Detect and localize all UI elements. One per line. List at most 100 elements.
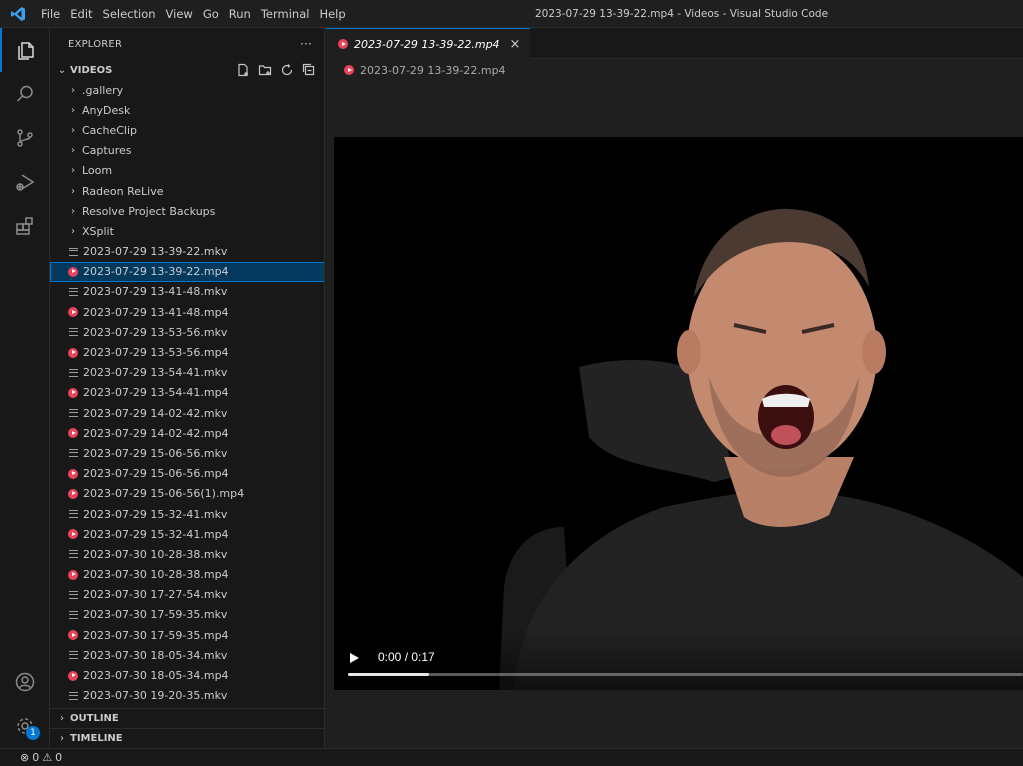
menu-terminal[interactable]: Terminal bbox=[256, 3, 315, 25]
file-item[interactable]: 2023-07-30 10-28-38.mp4 bbox=[50, 565, 324, 585]
title-bar: File Edit Selection View Go Run Terminal Help 2… bbox=[0, 0, 1023, 28]
file-label: 2023-07-30 10-28-38.mp4 bbox=[83, 568, 229, 582]
run-debug-icon[interactable] bbox=[0, 160, 50, 204]
explorer-title: EXPLORER bbox=[68, 38, 123, 50]
explorer-icon[interactable] bbox=[0, 28, 50, 72]
file-item[interactable]: 2023-07-29 15-32-41.mp4 bbox=[50, 524, 324, 544]
text-file-icon bbox=[68, 550, 78, 559]
search-icon[interactable] bbox=[0, 72, 50, 116]
folder-item[interactable]: › AnyDesk bbox=[50, 100, 324, 120]
new-file-icon[interactable] bbox=[236, 63, 250, 77]
file-label: 2023-07-29 13-53-56.mp4 bbox=[83, 346, 229, 360]
window-title: 2023-07-29 13-39-22.mp4 - Videos - Visua… bbox=[534, 8, 829, 20]
text-file-icon bbox=[68, 247, 78, 256]
section-actions bbox=[236, 63, 324, 77]
file-item[interactable]: 2023-07-30 10-28-38.mkv bbox=[50, 544, 324, 564]
file-label: 2023-07-29 15-32-41.mp4 bbox=[83, 527, 229, 541]
file-item[interactable]: 2023-07-29 14-02-42.mkv bbox=[50, 403, 324, 423]
text-file-icon bbox=[68, 691, 78, 700]
file-label: 2023-07-29 13-54-41.mp4 bbox=[83, 386, 229, 400]
folder-item[interactable]: › Captures bbox=[50, 141, 324, 161]
folder-item[interactable]: › Loom bbox=[50, 161, 324, 181]
account-icon[interactable] bbox=[0, 660, 50, 704]
file-item[interactable]: 2023-07-29 15-06-56.mp4 bbox=[50, 464, 324, 484]
settings-gear-icon[interactable]: 1 bbox=[0, 704, 50, 748]
file-item[interactable]: 2023-07-29 13-53-56.mkv bbox=[50, 322, 324, 342]
editor-tabs: 2023-07-29 13-39-22.mp4 × bbox=[326, 28, 1023, 59]
file-item[interactable]: 2023-07-29 13-41-48.mp4 bbox=[50, 302, 324, 322]
folder-item[interactable]: › XSplit bbox=[50, 221, 324, 241]
text-file-icon bbox=[68, 368, 78, 377]
file-label: 2023-07-29 13-41-48.mp4 bbox=[83, 305, 229, 319]
folder-item[interactable]: › CacheClip bbox=[50, 120, 324, 140]
file-item[interactable]: 2023-07-29 15-06-56.mkv bbox=[50, 443, 324, 463]
menu-edit[interactable]: Edit bbox=[65, 3, 97, 25]
file-item[interactable]: 2023-07-29 13-53-56.mp4 bbox=[50, 342, 324, 362]
menu-run[interactable]: Run bbox=[224, 3, 256, 25]
file-label: 2023-07-29 14-02-42.mkv bbox=[83, 406, 228, 420]
menu-file[interactable]: File bbox=[36, 3, 65, 25]
file-item[interactable]: 2023-07-29 14-02-42.mp4 bbox=[50, 423, 324, 443]
chevron-right-icon: › bbox=[71, 185, 75, 197]
more-actions-icon[interactable]: ··· bbox=[300, 37, 312, 51]
folder-label: CacheClip bbox=[82, 123, 137, 137]
video-file-icon bbox=[68, 670, 78, 681]
video-file-icon bbox=[68, 387, 78, 398]
file-label: 2023-07-30 17-59-35.mkv bbox=[83, 608, 228, 622]
text-file-icon bbox=[68, 449, 78, 458]
file-item[interactable]: 2023-07-30 17-59-35.mp4 bbox=[50, 625, 324, 645]
source-control-icon[interactable] bbox=[0, 116, 50, 160]
chevron-right-icon: › bbox=[71, 124, 75, 136]
new-folder-icon[interactable] bbox=[258, 63, 272, 77]
outline-section-header[interactable]: › OUTLINE bbox=[50, 708, 324, 728]
video-file-icon bbox=[68, 630, 78, 641]
timeline-section-header[interactable]: › TIMELINE bbox=[50, 728, 324, 748]
file-item[interactable]: 2023-07-29 13-39-22.mkv bbox=[50, 242, 324, 262]
breadcrumb: 2023-07-29 13-39-22.mp4 bbox=[326, 59, 1023, 81]
chevron-right-icon: › bbox=[71, 225, 75, 237]
explorer-header: EXPLORER ··· bbox=[50, 28, 324, 60]
breadcrumb-item[interactable]: 2023-07-29 13-39-22.mp4 bbox=[360, 64, 506, 77]
video-progress-bar[interactable] bbox=[348, 673, 1023, 676]
menu-selection[interactable]: Selection bbox=[98, 3, 161, 25]
folder-label: Radeon ReLive bbox=[82, 184, 164, 198]
file-item[interactable]: 2023-07-30 19-20-35.mkv bbox=[50, 686, 324, 706]
error-count[interactable]: 0 bbox=[32, 751, 39, 764]
file-item[interactable]: 2023-07-30 18-05-34.mkv bbox=[50, 645, 324, 665]
videos-section-label: VIDEOS bbox=[70, 64, 113, 76]
collapse-all-icon[interactable] bbox=[302, 63, 316, 77]
close-tab-icon[interactable]: × bbox=[510, 37, 521, 52]
extensions-icon[interactable] bbox=[0, 204, 50, 248]
video-progress-fill bbox=[348, 673, 429, 676]
folder-item[interactable]: › Radeon ReLive bbox=[50, 181, 324, 201]
folder-item[interactable]: › Resolve Project Backups bbox=[50, 201, 324, 221]
file-label: 2023-07-30 18-05-34.mp4 bbox=[83, 669, 229, 683]
file-item[interactable]: 2023-07-29 15-32-41.mkv bbox=[50, 504, 324, 524]
play-icon[interactable] bbox=[350, 650, 364, 666]
file-label: 2023-07-29 13-53-56.mkv bbox=[83, 325, 228, 339]
file-item-selected[interactable]: 2023-07-29 13-39-22.mp4 bbox=[50, 261, 324, 282]
menu-help[interactable]: Help bbox=[314, 3, 350, 25]
file-item[interactable]: 2023-07-30 17-27-54.mkv bbox=[50, 585, 324, 605]
file-item[interactable]: 2023-07-29 13-54-41.mp4 bbox=[50, 383, 324, 403]
text-file-icon bbox=[68, 287, 78, 296]
refresh-icon[interactable] bbox=[280, 63, 294, 77]
videos-section-header[interactable]: ⌄ VIDEOS bbox=[50, 60, 324, 80]
folder-item[interactable]: › .gallery bbox=[50, 80, 324, 100]
warning-count[interactable]: 0 bbox=[55, 751, 62, 764]
file-label: 2023-07-30 17-27-54.mkv bbox=[83, 588, 228, 602]
file-item[interactable]: 2023-07-30 18-05-34.mp4 bbox=[50, 665, 324, 685]
file-item[interactable]: 2023-07-29 13-54-41.mkv bbox=[50, 363, 324, 383]
menu-go[interactable]: Go bbox=[198, 3, 224, 25]
menu-view[interactable]: View bbox=[161, 3, 198, 25]
editor-tab-active[interactable]: 2023-07-29 13-39-22.mp4 × bbox=[326, 28, 531, 59]
file-label: 2023-07-29 15-32-41.mkv bbox=[83, 507, 228, 521]
chevron-right-icon: › bbox=[71, 165, 75, 177]
video-file-icon bbox=[68, 266, 78, 277]
file-item[interactable]: 2023-07-30 17-59-35.mkv bbox=[50, 605, 324, 625]
video-player[interactable]: 0:00 / 0:17 bbox=[334, 137, 1023, 690]
file-item[interactable]: 2023-07-29 15-06-56(1).mp4 bbox=[50, 484, 324, 504]
video-frame bbox=[499, 208, 1023, 690]
file-item[interactable]: 2023-07-29 13-41-48.mkv bbox=[50, 282, 324, 302]
file-label: 2023-07-30 10-28-38.mkv bbox=[83, 547, 228, 561]
